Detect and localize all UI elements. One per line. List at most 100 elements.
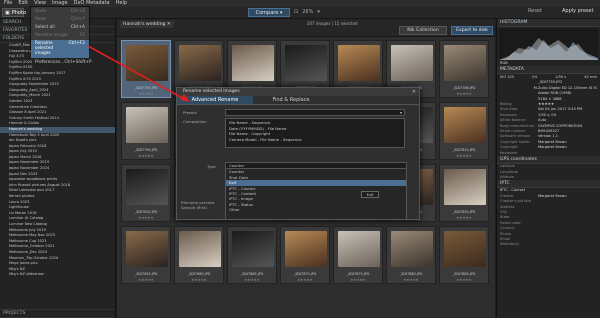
- thumbnail[interactable]: _SDI7885.JPG ★★★★★: [439, 226, 489, 284]
- exif-button[interactable]: Exif: [361, 191, 379, 198]
- type-label: Type: [207, 164, 216, 169]
- composition-item[interactable]: Camera Model - File Name - Sequence: [229, 137, 401, 143]
- star-rating[interactable]: ★★★★★: [122, 216, 170, 220]
- type-dropdown[interactable]: Counter Counter Shot Date Exif IPTC - Contac…: [225, 162, 407, 220]
- presets-dropdown[interactable]: ▾: [225, 109, 405, 116]
- preview-subtitle: Sample (first): [181, 205, 207, 210]
- thumbnail-image: [338, 231, 380, 267]
- thumbnail[interactable]: _SDI7786.JPG ★★★★★: [439, 40, 489, 98]
- metadata-value[interactable]: Margaret Brown: [538, 145, 567, 150]
- fit-icon[interactable]: ⊡: [294, 9, 298, 15]
- star-rating[interactable]: ★★★★★: [122, 154, 170, 158]
- metadata-header[interactable]: METADATA: [497, 66, 600, 75]
- thumbnail-filename: _SDI7790.JPG: [134, 148, 158, 152]
- star-rating[interactable]: ★★★★★: [334, 278, 382, 282]
- star-rating[interactable]: ★★★★★: [440, 278, 488, 282]
- composition-list[interactable]: File Name - Sequence Date (YYYYMMDD) - Fi…: [225, 118, 405, 148]
- dialog-tabs: Advanced Rename Find & Replace: [177, 96, 419, 105]
- thumbnail-image: [126, 107, 168, 143]
- chevron-down-icon[interactable]: ▾: [317, 9, 320, 15]
- edit-menu: Undo Ctrl+Z Redo Ctrl+Y Select all Ctrl+A Rena…: [30, 6, 92, 65]
- thumbnail-image: [391, 231, 433, 267]
- menu-item-label: Undo: [35, 8, 47, 14]
- thumbnail-image: [391, 45, 433, 81]
- edit-menu-item[interactable]: Select all Ctrl+A: [31, 23, 89, 31]
- chevron-down-icon: ▾: [399, 110, 402, 115]
- metadata-value[interactable]: Margaret Brown: [538, 194, 567, 199]
- close-icon[interactable]: ✕: [412, 88, 416, 96]
- top-toolbar: ▣ Photo Compare ▾ ⊡ 26% ▾ Reset Apply pr…: [0, 7, 600, 19]
- thumbnail[interactable]: _SDI7814.JPG ★★★★★: [439, 102, 489, 160]
- thumbnail[interactable]: _SDI7865.JPG ★★★★★: [227, 226, 277, 284]
- thumbnail[interactable]: _SDI7875.JPG ★★★★★: [333, 226, 383, 284]
- edit-menu-item[interactable]: Undo Ctrl+Z: [31, 7, 89, 15]
- type-option[interactable]: Other: [226, 207, 406, 212]
- thumbnail-image: [126, 169, 168, 205]
- star-rating[interactable]: ★★★★★: [175, 278, 223, 282]
- star-rating[interactable]: ★★★★★: [122, 92, 170, 96]
- thumbnail[interactable]: _SDI7855.JPG ★★★★★: [121, 226, 171, 284]
- thumbnail-filename: _SDI7870.JPG: [293, 272, 317, 276]
- iptc-header[interactable]: IPTC: [497, 180, 600, 189]
- thumbnail-image: [444, 107, 486, 143]
- nik-collection-button[interactable]: Nik Collection: [399, 26, 447, 35]
- compare-button[interactable]: Compare ▾: [248, 8, 290, 17]
- apply-preset-button[interactable]: Apply preset: [562, 8, 594, 14]
- thumbnail[interactable]: _SDI7850.JPG ★★★★★: [439, 164, 489, 222]
- star-rating[interactable]: ★★★★★: [440, 92, 488, 96]
- edit-menu-item[interactable]: Redo Ctrl+Y: [31, 15, 89, 23]
- tab-find-replace[interactable]: Find & Replace: [253, 96, 329, 104]
- menu-item-file[interactable]: File: [4, 0, 12, 7]
- thumbnail[interactable]: _SDI7870.JPG ★★★★★: [280, 226, 330, 284]
- photo-tab[interactable]: ▣ Photo: [2, 8, 26, 17]
- menu-item-shortcut: Ctrl+Y: [71, 16, 85, 22]
- zoom-level[interactable]: 26%: [302, 9, 313, 15]
- zoom-controls[interactable]: ⊡ 26% ▾: [294, 9, 320, 15]
- export-to-disk-button[interactable]: Export to disk: [451, 26, 493, 35]
- gps-fields: Latitude Longitude Altitude: [497, 164, 600, 180]
- type-selected[interactable]: Counter: [226, 163, 406, 170]
- thumbnail-filename: _SDI7786.JPG: [452, 86, 476, 90]
- menu-item-shortcut: F2: [79, 33, 85, 39]
- thumbnail[interactable]: _SDI7820.JPG ★★★★★: [121, 164, 171, 222]
- star-rating[interactable]: ★★★★★: [387, 278, 435, 282]
- metadata-row: Website(s): [497, 242, 600, 247]
- thumbnail[interactable]: _SDI7880.JPG ★★★★★: [386, 226, 436, 284]
- star-rating[interactable]: ★★★★★: [228, 278, 276, 282]
- metadata-key: Keywords: [500, 150, 518, 155]
- menu-item-help[interactable]: Help: [116, 0, 127, 7]
- thumbnail-image: [338, 45, 380, 81]
- gps-header[interactable]: GPS coordinates: [497, 156, 600, 165]
- menu-item-edit[interactable]: Edit: [18, 0, 28, 7]
- selection-count: 207 images | 15 selected: [307, 21, 358, 26]
- thumbnail-filename: _SDI7865.JPG: [240, 272, 264, 276]
- star-rating[interactable]: ★★★★★: [440, 154, 488, 158]
- menu-item-shortcut: Ctrl+A: [70, 24, 85, 30]
- edit-menu-item[interactable]: Rename image F2: [31, 32, 89, 40]
- edit-menu-item[interactable]: Rename selected images Ctrl+F2: [31, 39, 89, 58]
- thumbnail[interactable]: _SDI7755.JPG ★★★★★: [121, 40, 171, 98]
- tab-advanced-rename[interactable]: Advanced Rename: [177, 96, 253, 104]
- folder-item[interactable]: Mtg's NZ slideshow: [0, 272, 115, 278]
- histogram-header[interactable]: HISTOGRAM: [497, 19, 600, 27]
- folder-tree: Cardiff_March 2018Cassandra arrival 8.11…: [0, 43, 115, 278]
- presets-label: Presets: [183, 110, 197, 115]
- star-rating[interactable]: ★★★★★: [440, 216, 488, 220]
- edit-menu-item[interactable]: Preferences... Ctrl+Shift+P: [31, 58, 92, 66]
- file-info: _SDI7755.JPG M.Zuiko Digital ED 12-100mm …: [497, 80, 600, 102]
- right-panel: HISTOGRAM RGB METADATA ISO 320 f/4 1/50 s4…: [496, 19, 600, 318]
- star-rating[interactable]: ★★★★★: [122, 278, 170, 282]
- menu-item-label: Preferences...: [35, 59, 65, 65]
- thumbnail[interactable]: _SDI7860.JPG ★★★★★: [174, 226, 224, 284]
- thumbnail-image: [179, 231, 221, 267]
- menu-item-label: Rename selected images: [35, 41, 54, 57]
- reset-button[interactable]: Reset: [528, 8, 542, 14]
- metadata-fields: Rating ★★★★★ Shot date Sat 04 Jun 2017 3:45…: [497, 102, 600, 156]
- folder-tab[interactable]: Hannah's wedding ✕: [120, 21, 174, 28]
- thumbnail-filename: _SDI7820.JPG: [134, 210, 158, 214]
- section-projects[interactable]: PROJECTS: [0, 309, 115, 318]
- star-rating[interactable]: ★★★★★: [281, 278, 329, 282]
- browser-header: Hannah's wedding ✕ 207 images | 15 selec…: [117, 19, 495, 37]
- thumbnail-filename: _SDI7814.JPG: [452, 148, 476, 152]
- thumbnail[interactable]: _SDI7790.JPG ★★★★★: [121, 102, 171, 160]
